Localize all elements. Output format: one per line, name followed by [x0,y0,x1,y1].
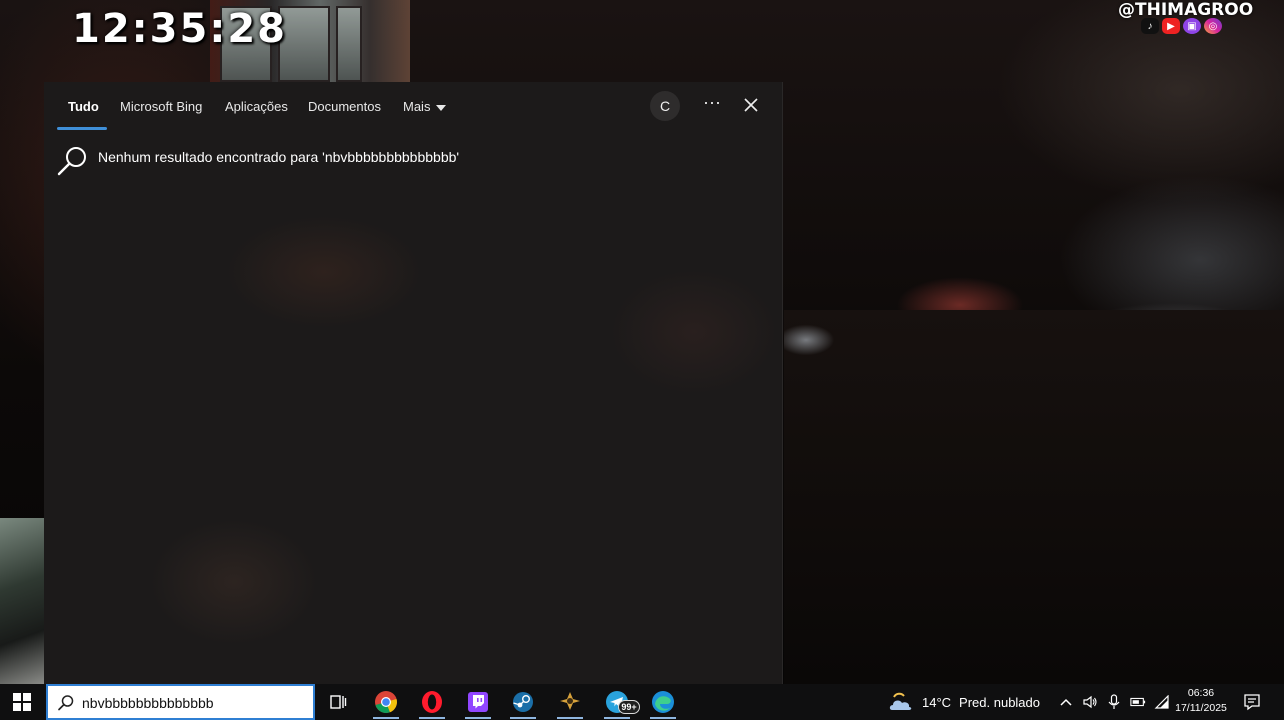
notification-badge: 99+ [618,700,640,714]
running-indicator [510,717,536,719]
running-indicator [419,717,445,719]
bus-window [336,6,362,82]
weather-temperature: 14°C [922,694,952,710]
twitch-icon: ▣ [1183,18,1201,34]
search-icon [57,147,86,176]
steam-button[interactable] [503,684,543,720]
search-tabs: Tudo Microsoft Bing Aplicações Documento… [44,82,782,130]
running-indicator [650,717,676,719]
opera-icon [422,691,442,713]
notification-icon [1244,694,1260,711]
task-view-icon [330,695,347,709]
social-icons: ♪ ▶ ▣ ◎ [1141,18,1222,34]
streamer-handle: @THIMAGROO [1118,0,1254,20]
edge-button[interactable] [643,684,683,720]
search-icon [58,695,74,711]
steam-icon [513,692,533,712]
chrome-button[interactable] [366,684,406,720]
running-indicator [557,717,583,719]
tab-more-label: Mais [403,99,431,114]
system-tray [1058,684,1170,720]
game-launcher-icon [560,692,580,710]
twitch-button[interactable] [458,684,498,720]
taskbar-date: 17/11/2025 [1175,702,1227,714]
no-results-message: Nenhum resultado encontrado para 'nbvbbb… [56,144,756,178]
search-panel: Tudo Microsoft Bing Aplicações Documento… [44,82,783,684]
tab-microsoft-bing[interactable]: Microsoft Bing [120,99,202,114]
volume-button[interactable] [1082,694,1098,710]
instagram-icon: ◎ [1204,18,1222,34]
no-results-text: Nenhum resultado encontrado para 'nbvbbb… [98,149,460,165]
edge-icon [652,691,674,713]
microphone-icon [1108,694,1120,709]
chevron-up-icon [1060,698,1072,706]
stream-clock: 12:35:28 [72,6,287,52]
tab-documents[interactable]: Documentos [308,99,381,114]
taskbar-search-input[interactable] [82,693,308,713]
taskbar-time: 06:36 [1187,687,1215,699]
taskbar: 99+ 14°C Pred. nublado [0,684,1284,720]
background-car-dashboard [784,310,1284,684]
account-avatar-button[interactable]: C [650,91,680,121]
close-icon [744,98,758,112]
battery-button[interactable] [1130,694,1146,710]
windows-logo-icon [13,693,31,711]
opera-button[interactable] [412,684,452,720]
more-options-button[interactable]: ··· [700,92,724,118]
speaker-icon [1083,695,1097,709]
tab-all[interactable]: Tudo [68,99,99,114]
task-view-button[interactable] [318,684,358,720]
running-indicator [373,717,399,719]
start-button[interactable] [12,692,32,712]
running-indicator [604,717,630,719]
chrome-icon [375,691,397,714]
active-tab-indicator [57,127,107,130]
running-indicator [465,717,491,719]
tab-apps[interactable]: Aplicações [225,99,288,114]
game-launcher-button[interactable] [550,684,590,720]
chevron-down-icon [436,104,447,111]
notification-center-button[interactable] [1243,693,1261,711]
tray-expand-button[interactable] [1058,694,1074,710]
youtube-icon: ▶ [1162,18,1180,34]
microphone-button[interactable] [1106,694,1122,710]
taskbar-search-box[interactable] [46,684,315,720]
twitch-icon [468,692,488,712]
tiktok-icon: ♪ [1141,18,1159,34]
battery-icon [1130,697,1146,707]
weather-widget[interactable]: 14°C Pred. nublado [888,684,1040,720]
background-left-edge [0,518,46,684]
close-button[interactable] [740,94,762,116]
telegram-button[interactable]: 99+ [597,684,640,720]
partly-cloudy-icon [889,692,912,710]
clock-date-button[interactable]: 06:36 17/11/2025 [1168,686,1234,716]
tab-more[interactable]: Mais [403,99,447,114]
weather-condition: Pred. nublado [959,694,1040,710]
